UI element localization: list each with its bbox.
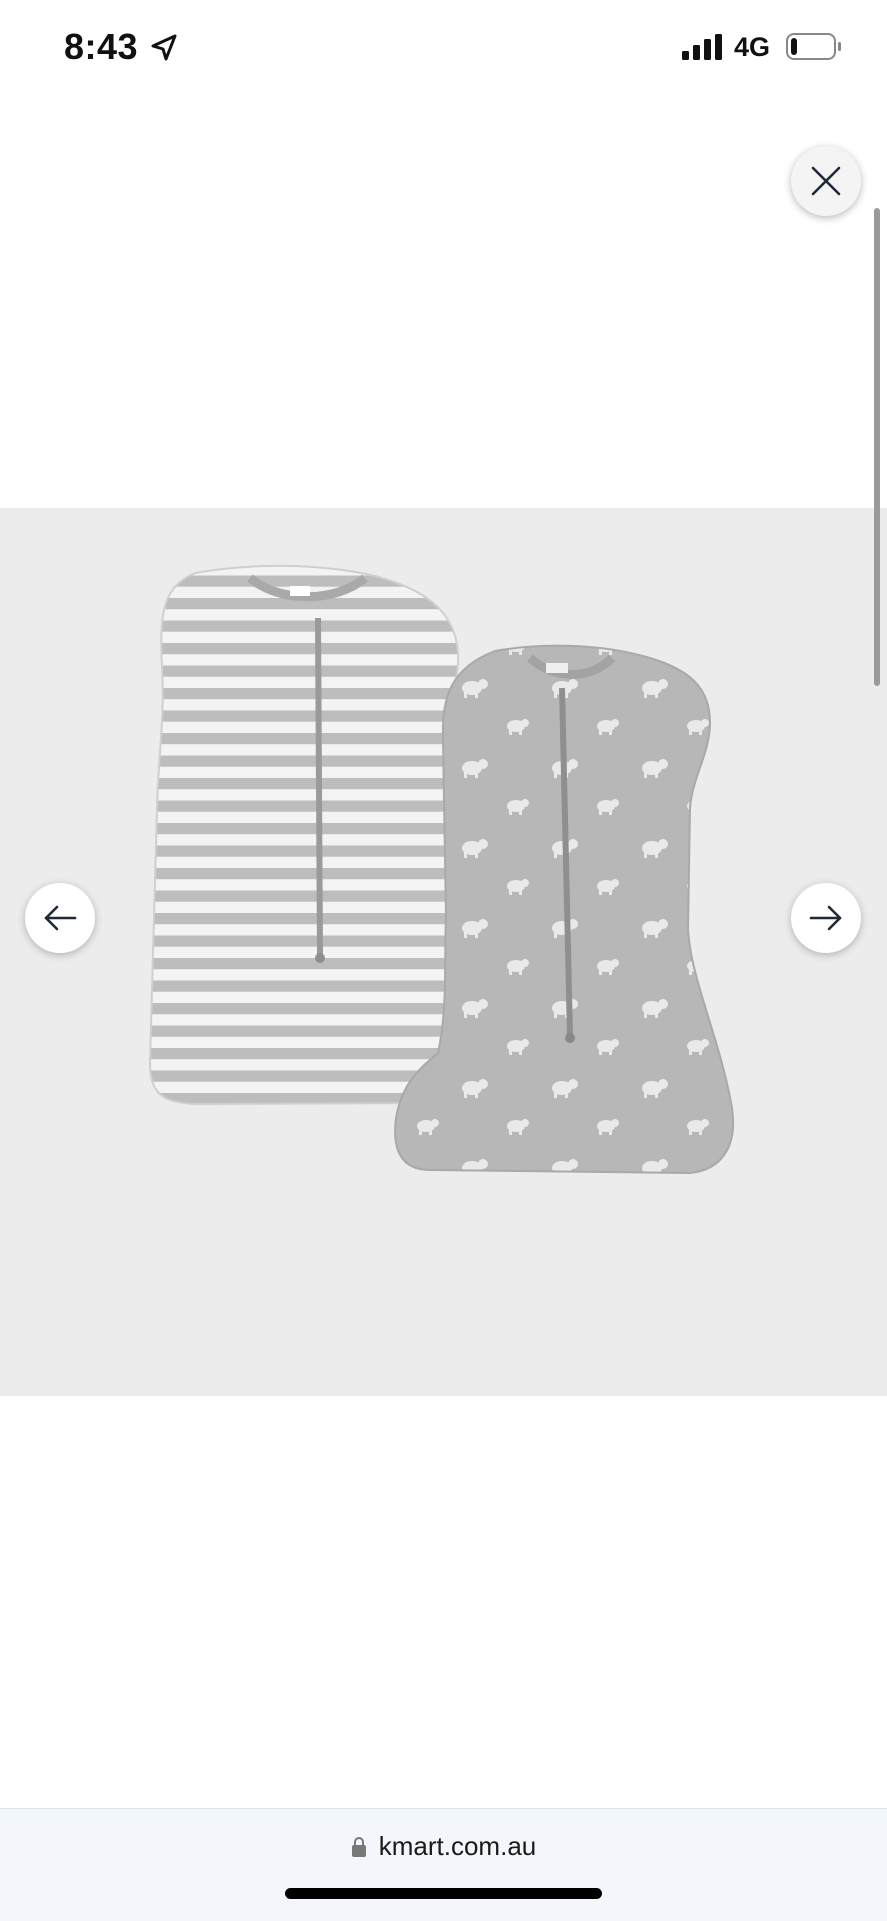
network-type: 4G <box>734 32 771 62</box>
location-arrow-icon <box>151 34 177 61</box>
home-indicator <box>285 1888 602 1899</box>
battery-icon <box>786 33 841 60</box>
next-image-button[interactable] <box>791 883 861 953</box>
status-time: 8:43 <box>64 26 139 67</box>
arrow-left-icon <box>44 905 77 931</box>
browser-url-bar[interactable]: kmart.com.au <box>0 1808 887 1921</box>
arrow-right-icon <box>809 905 842 931</box>
close-icon <box>811 166 841 196</box>
product-image[interactable] <box>0 508 887 1396</box>
url-display[interactable]: kmart.com.au <box>0 1831 887 1862</box>
product-image-panel <box>0 508 887 1396</box>
close-button[interactable] <box>791 146 861 216</box>
status-bar: 8:43 4G <box>0 0 887 96</box>
url-text: kmart.com.au <box>378 1831 537 1861</box>
previous-image-button[interactable] <box>25 883 95 953</box>
scrollbar[interactable] <box>874 208 880 686</box>
lock-icon <box>351 1836 366 1857</box>
image-gallery <box>0 96 887 1808</box>
signal-bars-icon <box>682 34 722 60</box>
